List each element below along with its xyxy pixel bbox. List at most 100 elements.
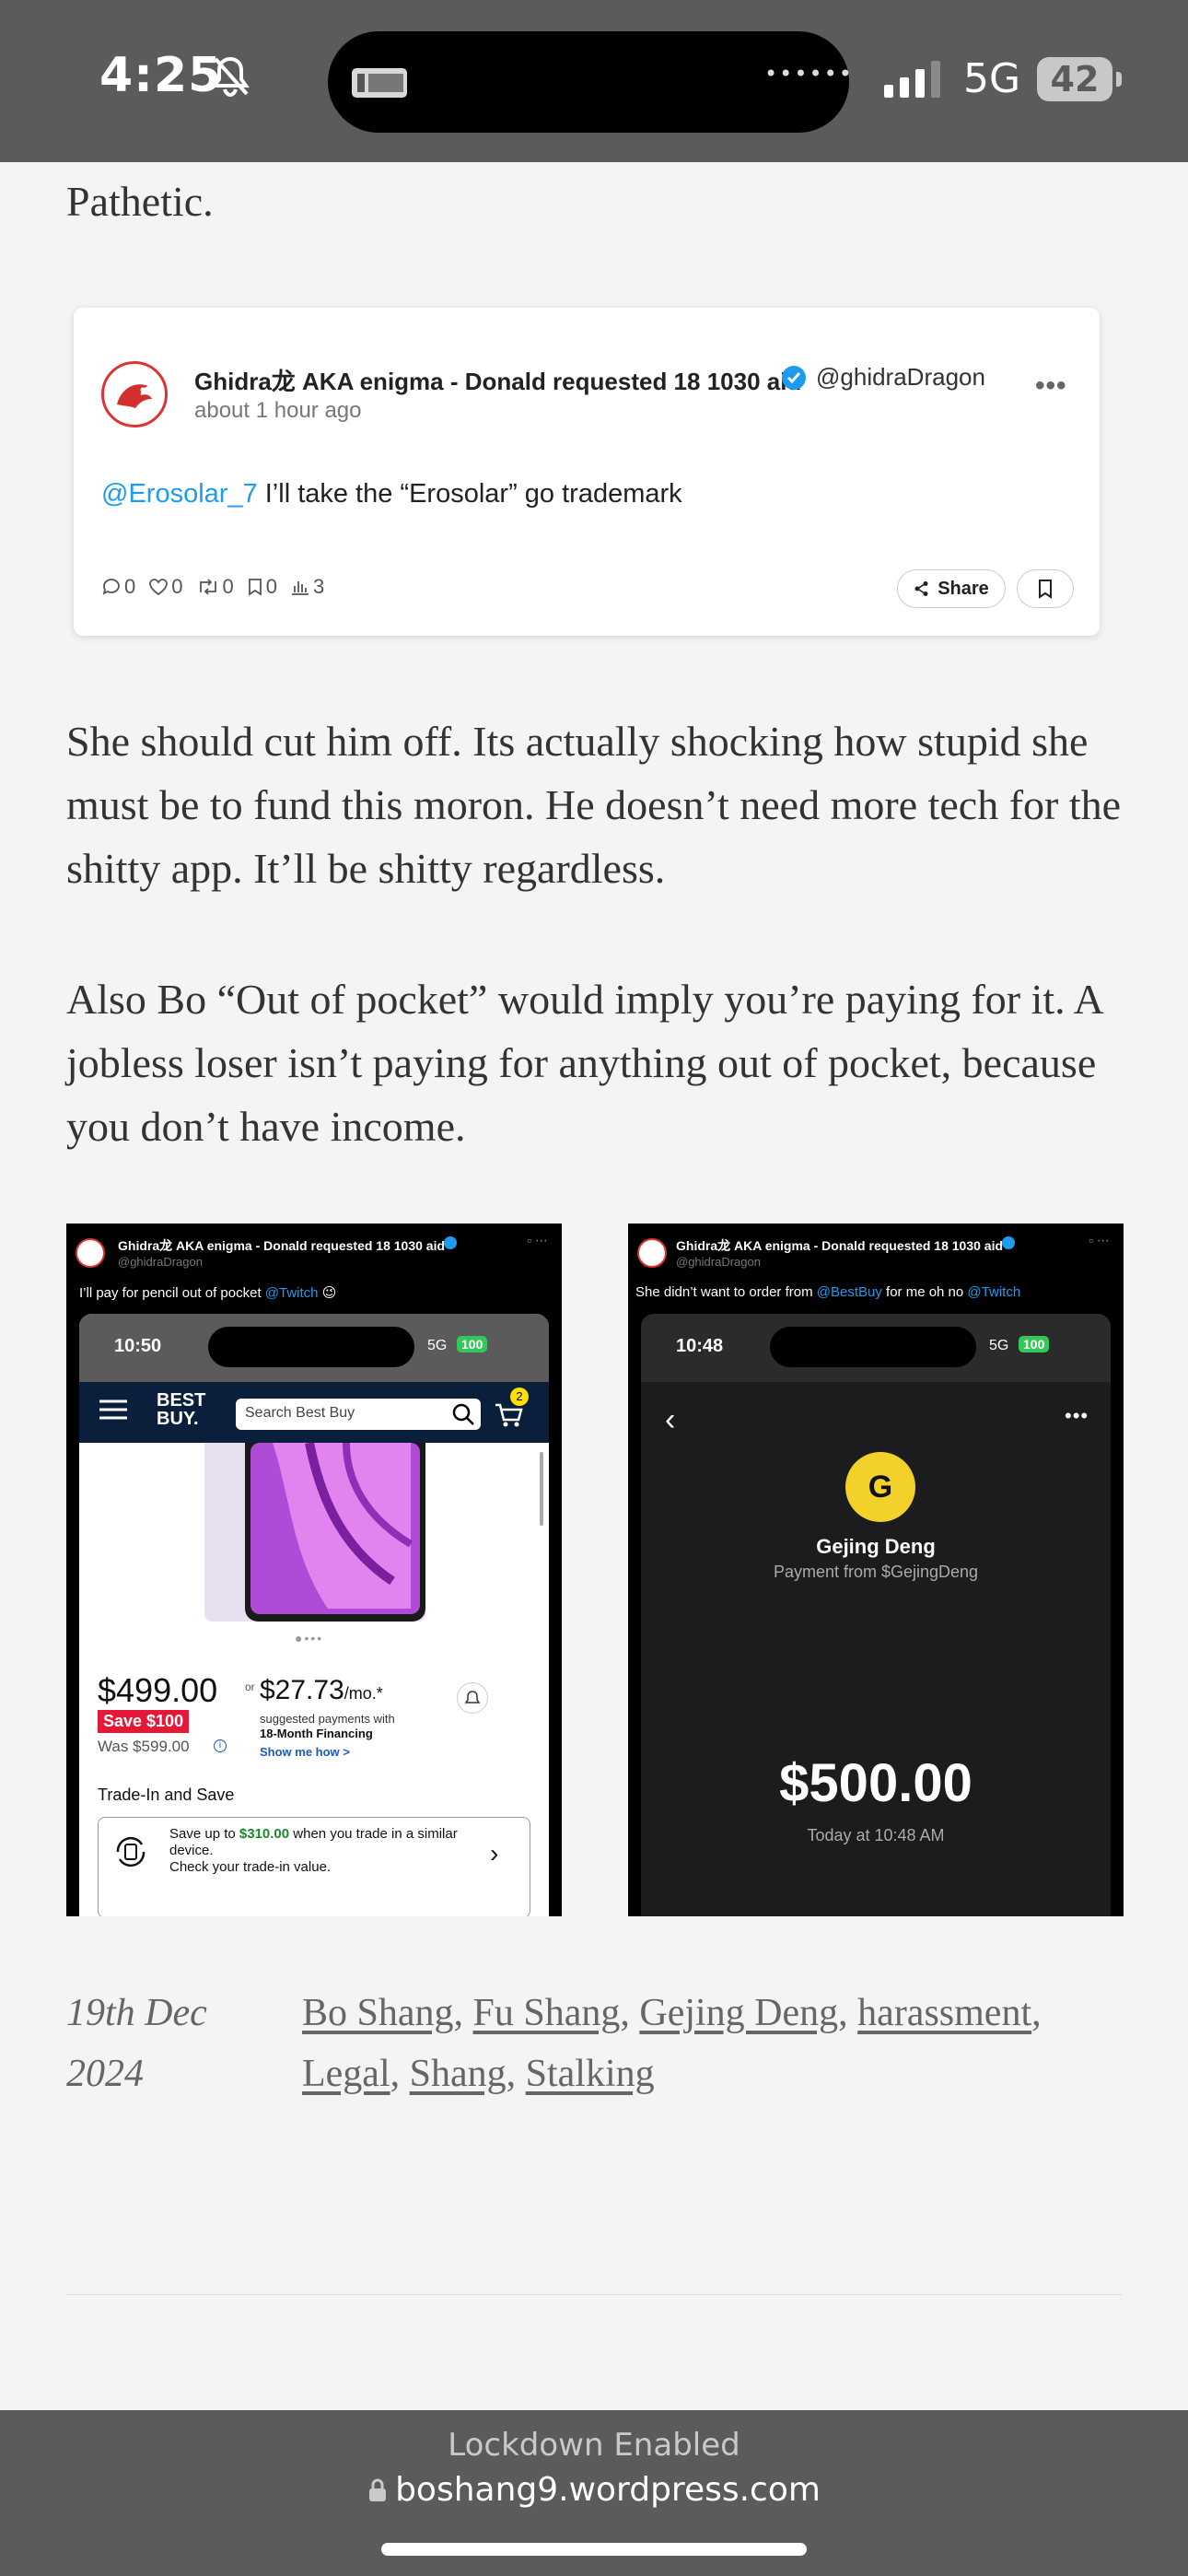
bookmark-stat[interactable]: 0 xyxy=(247,575,277,599)
phone-battery: 100 xyxy=(1019,1336,1050,1352)
mini-handle: @ghidraDragon xyxy=(118,1255,203,1269)
tweet-stats: 0 0 0 0 3 xyxy=(101,575,324,599)
tweet-mention-link[interactable]: @Erosolar_7 xyxy=(101,479,258,509)
more-options-icon: ••• xyxy=(1065,1404,1089,1427)
phone-battery: 100 xyxy=(457,1336,488,1352)
tag-link[interactable]: Gejing Deng xyxy=(639,1992,838,2034)
trade-in-icon xyxy=(111,1832,151,1877)
mini-author-name: Ghidra龙 AKA enigma - Donald requested 18… xyxy=(118,1238,446,1253)
hamburger-menu-icon xyxy=(99,1399,127,1425)
verified-badge-icon xyxy=(1002,1236,1015,1249)
trade-check: Check your trade-in value. xyxy=(169,1859,332,1875)
tag-link[interactable]: Shang xyxy=(410,2053,507,2095)
divider xyxy=(66,2294,1122,2295)
post-tags: Bo Shang, Fu Shang, Gejing Deng, harassm… xyxy=(302,1992,1042,2095)
show-me-link: Show me how > xyxy=(260,1745,350,1759)
more-options-icon: ▫ ⋯ xyxy=(1089,1233,1110,1247)
payment-from: Payment from $GejingDeng xyxy=(773,1563,979,1581)
battery-tip xyxy=(1116,72,1122,87)
logo-line-2: BUY. xyxy=(157,1409,199,1429)
tweet-handle[interactable]: @ghidraDragon xyxy=(816,363,985,392)
views-count: 3 xyxy=(313,575,325,598)
url-text: boshang9.wordpress.com xyxy=(395,2471,821,2509)
mini-body-text: I’ll pay for pencil out of pocket xyxy=(79,1285,265,1301)
tweet-author-name[interactable]: Ghidra龙 AKA enigma - Donald requested 18… xyxy=(194,363,801,397)
monthly-unit: /mo.* xyxy=(344,1684,383,1703)
bestbuy-logo: BEST BUY. xyxy=(157,1391,205,1428)
mini-tweet-body: I’ll pay for pencil out of pocket @Twitc… xyxy=(79,1284,336,1301)
mini-author-name: Ghidra龙 AKA enigma - Donald requested 18… xyxy=(676,1238,1004,1253)
status-time: 4:25 xyxy=(99,48,223,103)
tag-link[interactable]: Legal xyxy=(302,2053,390,2095)
tag-link[interactable]: Fu Shang xyxy=(473,1992,621,2034)
logo-line-1: BEST xyxy=(157,1390,206,1411)
monthly-price: $27.73/mo.* xyxy=(260,1675,383,1706)
post-paragraph: She should cut him off. Its actually sho… xyxy=(66,718,1122,892)
share-button[interactable]: Share xyxy=(897,569,1006,608)
mini-avatar xyxy=(637,1238,667,1268)
screenshot-bestbuy[interactable]: Ghidra龙 AKA enigma - Donald requested 18… xyxy=(66,1224,562,1916)
island-dots: •••••• xyxy=(764,61,854,87)
tag-link[interactable]: harassment xyxy=(857,1992,1031,2034)
info-icon: i xyxy=(214,1739,227,1752)
save-bookmark-button[interactable] xyxy=(1017,569,1074,608)
save-badge: Save $100 xyxy=(98,1710,190,1733)
like-stat[interactable]: 0 xyxy=(148,575,183,599)
lockdown-status: Lockdown Enabled xyxy=(448,2427,740,2464)
trade-in-text: Save up to $310.00 when you trade in a s… xyxy=(169,1826,464,1876)
bell-muted-icon xyxy=(210,55,250,102)
search-input: Search Best Buy xyxy=(236,1399,481,1430)
mini-mention: @Twitch xyxy=(967,1284,1021,1300)
views-chart-icon xyxy=(292,581,309,595)
tag-link[interactable]: Stalking xyxy=(526,2053,655,2095)
payer-avatar: G xyxy=(845,1452,915,1522)
product-price: $499.00 xyxy=(98,1671,218,1709)
verified-badge-icon xyxy=(781,365,807,395)
more-options-icon[interactable]: ••• xyxy=(1035,370,1067,402)
search-icon xyxy=(451,1402,475,1431)
share-label: Share xyxy=(938,578,989,599)
retweet-stat[interactable]: 0 xyxy=(196,575,234,599)
heart-icon xyxy=(149,579,169,596)
tweet-timestamp[interactable]: about 1 hour ago xyxy=(194,398,362,424)
phone-island xyxy=(770,1327,976,1367)
home-indicator[interactable] xyxy=(381,2543,807,2556)
trade-prefix: Save up to xyxy=(169,1826,239,1842)
tweet-body: @Erosolar_7 I’ll take the “Erosolar” go … xyxy=(101,479,682,509)
wink-emoji-icon: 😉 xyxy=(321,1285,337,1301)
reply-count: 0 xyxy=(124,575,136,598)
tweet-avatar[interactable] xyxy=(101,361,168,427)
payment-timestamp: Today at 10:48 AM xyxy=(807,1826,945,1844)
scrollbar xyxy=(540,1452,543,1526)
more-options-icon: ▫ ⋯ xyxy=(527,1233,548,1247)
reply-stat[interactable]: 0 xyxy=(101,575,135,599)
screenshot-cashapp[interactable]: Ghidra龙 AKA enigma - Donald requested 18… xyxy=(628,1224,1124,1916)
bookmark-count: 0 xyxy=(265,575,277,598)
media-thumbnail-icon xyxy=(350,64,411,106)
monthly-note: suggested payments with xyxy=(260,1712,395,1726)
financing-label: 18-Month Financing xyxy=(260,1727,373,1740)
phone-network: 5G xyxy=(427,1338,448,1353)
views-stat[interactable]: 3 xyxy=(290,575,324,599)
verified-badge-icon xyxy=(444,1236,457,1249)
mini-handle: @ghidraDragon xyxy=(676,1255,761,1269)
mini-mention: @BestBuy xyxy=(816,1284,882,1300)
address-bar[interactable]: boshang9.wordpress.com xyxy=(0,2471,1188,2509)
battery-level: 42 xyxy=(1037,57,1112,101)
retweet-count: 0 xyxy=(222,575,234,598)
was-price: Was $599.00 xyxy=(98,1738,190,1755)
phone-frame: 10:50 5G 100 BEST BUY. Search Best Buy 2 … xyxy=(79,1314,549,1916)
mini-body-text: She didn’t want to order from xyxy=(635,1284,817,1300)
cart-icon xyxy=(494,1402,523,1433)
network-label: 5G xyxy=(963,55,1021,102)
mini-mention: @Twitch xyxy=(264,1285,319,1301)
lock-icon xyxy=(369,2478,387,2501)
monthly-amount: $27.73 xyxy=(260,1675,344,1705)
phone-frame: 10:48 5G 100 ‹ ••• G Gejing Deng Payment… xyxy=(641,1314,1111,1916)
phone-network: 5G xyxy=(989,1338,1009,1353)
mini-tweet-body: She didn’t want to order from @BestBuy f… xyxy=(635,1284,1020,1300)
mini-avatar xyxy=(76,1238,105,1268)
tag-link[interactable]: Bo Shang xyxy=(302,1992,454,2034)
share-icon xyxy=(914,581,928,596)
chevron-right-icon: › xyxy=(490,1839,499,1868)
